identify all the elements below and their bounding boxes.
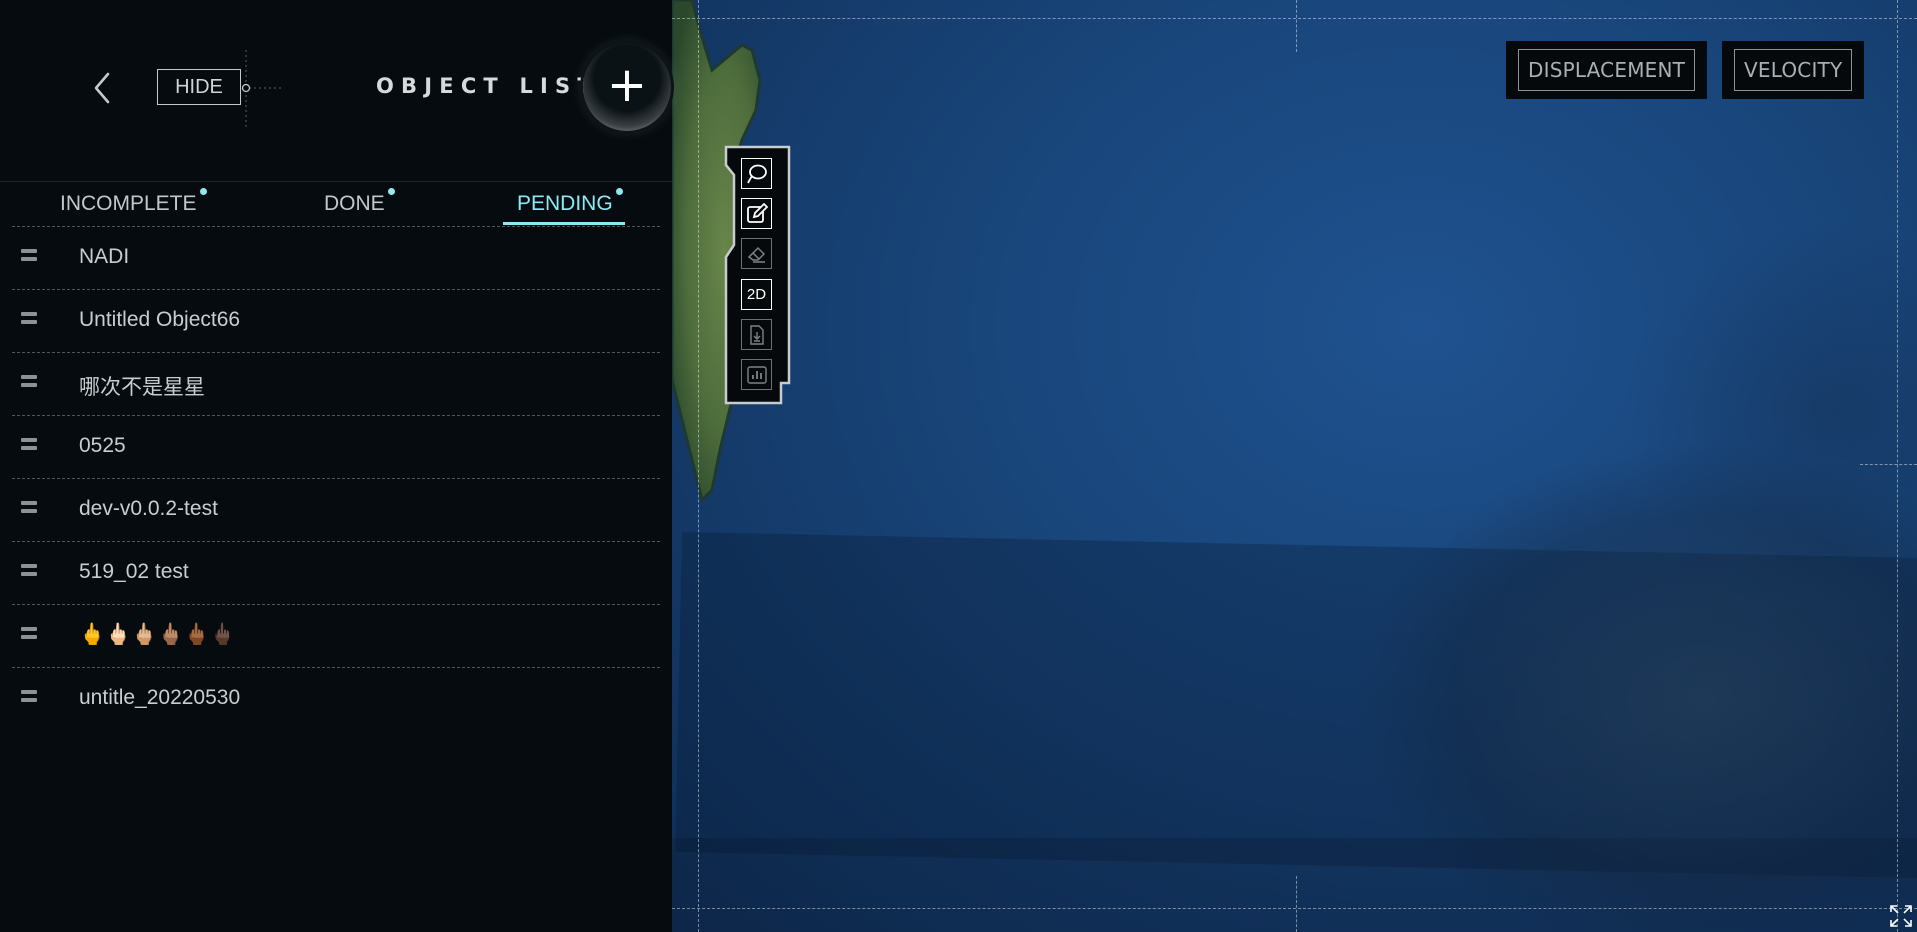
- lasso-tool[interactable]: [741, 158, 772, 189]
- item-label: dev-v0.0.2-test: [79, 497, 218, 520]
- edit-tool[interactable]: [741, 198, 772, 229]
- grid-line: [698, 0, 699, 932]
- item-label: NADI: [79, 245, 130, 268]
- grid-line: [1860, 464, 1917, 465]
- list-item[interactable]: dev-v0.0.2-test: [12, 479, 660, 542]
- grid-line: [672, 908, 1917, 909]
- divider: [0, 181, 672, 182]
- list-item[interactable]: untitle_20220530: [12, 668, 660, 730]
- velocity-button[interactable]: VELOCITY: [1734, 49, 1853, 91]
- tab-pending[interactable]: PENDING: [517, 188, 623, 216]
- tab-label: DONE: [324, 192, 385, 215]
- 2d-toggle[interactable]: 2D: [741, 279, 772, 310]
- map-view[interactable]: DISPLACEMENT VELOCITY: [672, 0, 1917, 932]
- item-label: 519_02 test: [79, 560, 189, 583]
- drag-handle-icon[interactable]: [21, 690, 37, 706]
- download-icon: [749, 324, 764, 345]
- drag-handle-icon[interactable]: [21, 564, 37, 580]
- drag-handle-icon[interactable]: [21, 312, 37, 328]
- item-label: 0525: [79, 434, 126, 457]
- active-tab-indicator: [503, 222, 625, 225]
- object-list-panel: HIDE OBJECT LIST + INCOMPLETE DONE PENDI…: [0, 0, 672, 932]
- back-chevron-icon[interactable]: [90, 70, 114, 106]
- continental-shelf: [1352, 440, 1917, 932]
- chart-icon: [746, 365, 767, 384]
- tab-done[interactable]: DONE: [324, 188, 395, 216]
- notification-dot: [387, 188, 395, 195]
- chart-tool[interactable]: [741, 359, 772, 390]
- list-item[interactable]: 哪次不是星星: [12, 353, 660, 416]
- grid-line: [1296, 876, 1297, 932]
- edit-icon: [746, 202, 768, 223]
- add-object-button[interactable]: +: [583, 43, 671, 131]
- object-list: NADI Untitled Object66 哪次不是星星 0525 dev-v…: [12, 227, 660, 730]
- hide-button[interactable]: HIDE: [157, 69, 241, 105]
- velocity-button-wrap: VELOCITY: [1722, 41, 1865, 99]
- displacement-button[interactable]: DISPLACEMENT: [1518, 49, 1696, 91]
- eraser-tool[interactable]: [741, 238, 772, 269]
- 2d-icon: 2D: [746, 286, 767, 303]
- notification-dot: [615, 188, 623, 195]
- list-item[interactable]: Untitled Object66: [12, 290, 660, 353]
- item-label: 哪次不是星星: [79, 376, 205, 399]
- drawing-toolbar: 2D: [724, 145, 791, 407]
- list-item[interactable]: 519_02 test: [12, 542, 660, 605]
- connector-decoration: [241, 50, 283, 128]
- tab-incomplete[interactable]: INCOMPLETE: [60, 188, 207, 216]
- grid-line: [1296, 0, 1297, 52]
- grid-line: [672, 18, 1917, 19]
- eraser-icon: [747, 246, 765, 263]
- drag-handle-icon[interactable]: [21, 627, 37, 643]
- plus-icon: +: [606, 57, 648, 113]
- list-item[interactable]: 🖕🖕🏻🖕🏼🖕🏽🖕🏾🖕🏿: [12, 605, 660, 668]
- list-item[interactable]: NADI: [12, 227, 660, 290]
- notification-dot: [199, 188, 207, 195]
- tab-label: PENDING: [517, 192, 613, 215]
- lasso-icon: [746, 164, 767, 183]
- drag-handle-icon[interactable]: [21, 438, 37, 454]
- item-label: untitle_20220530: [79, 686, 241, 709]
- fullscreen-icon[interactable]: [1889, 904, 1913, 928]
- panel-title: OBJECT LIST: [376, 74, 599, 98]
- download-tool[interactable]: [741, 319, 772, 350]
- tab-label: INCOMPLETE: [60, 192, 197, 215]
- grid-line: [1897, 0, 1898, 932]
- item-label: Untitled Object66: [79, 308, 241, 331]
- list-item[interactable]: 0525: [12, 416, 660, 479]
- drag-handle-icon[interactable]: [21, 501, 37, 517]
- displacement-button-wrap: DISPLACEMENT: [1506, 41, 1708, 99]
- item-label: 🖕🖕🏻🖕🏼🖕🏽🖕🏾🖕🏿: [79, 623, 236, 646]
- drag-handle-icon[interactable]: [21, 249, 37, 265]
- drag-handle-icon[interactable]: [21, 375, 37, 391]
